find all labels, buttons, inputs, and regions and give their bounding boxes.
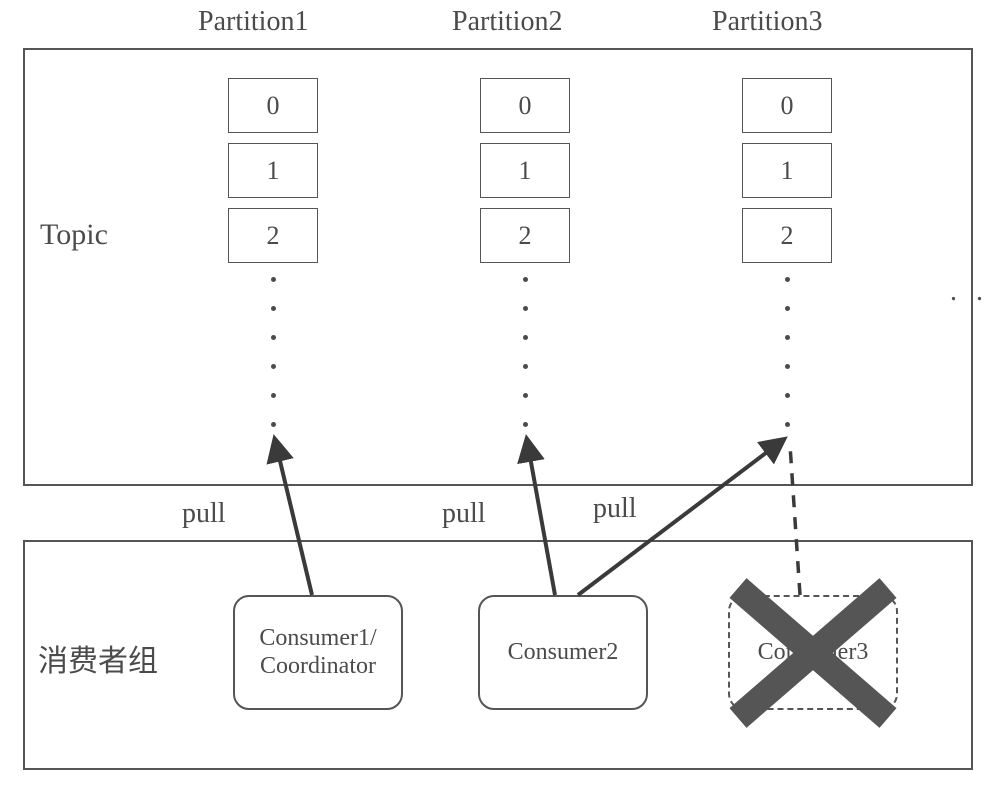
consumer1-box: Consumer1/ Coordinator bbox=[233, 595, 403, 710]
consumer2-label: Consumer2 bbox=[508, 639, 619, 667]
p1-cell-0: 0 bbox=[228, 78, 318, 133]
partition2-label: Partition2 bbox=[452, 6, 562, 38]
p1-cell-1: 1 bbox=[228, 143, 318, 198]
p3-cell-0: 0 bbox=[742, 78, 832, 133]
p3-cell-2: 2 bbox=[742, 208, 832, 263]
consumer3-label: Consumer3 bbox=[758, 639, 869, 667]
partition1-col: 0 1 2 bbox=[228, 78, 318, 427]
p3-cell-1: 1 bbox=[742, 143, 832, 198]
topic-label: Topic bbox=[40, 218, 108, 252]
pull-label-2: pull bbox=[442, 498, 486, 530]
diagram-root: Partition1 Partition2 Partition3 . . . T… bbox=[0, 0, 1000, 801]
p3-vdots bbox=[742, 277, 832, 427]
p2-cell-0: 0 bbox=[480, 78, 570, 133]
partition2-col: 0 1 2 bbox=[480, 78, 570, 427]
partition1-label: Partition1 bbox=[198, 6, 308, 38]
consumer3-box: Consumer3 bbox=[728, 595, 898, 710]
p2-cell-1: 1 bbox=[480, 143, 570, 198]
topic-more-ellipsis: . . . bbox=[950, 276, 1000, 308]
consumer2-box: Consumer2 bbox=[478, 595, 648, 710]
pull-label-1: pull bbox=[182, 498, 226, 530]
p2-vdots bbox=[480, 277, 570, 427]
p1-vdots bbox=[228, 277, 318, 427]
consumer-group-label: 消费者组 bbox=[38, 636, 158, 680]
pull-label-3: pull bbox=[593, 493, 637, 525]
partition3-col: 0 1 2 bbox=[742, 78, 832, 427]
partition3-label: Partition3 bbox=[712, 6, 822, 38]
p2-cell-2: 2 bbox=[480, 208, 570, 263]
p1-cell-2: 2 bbox=[228, 208, 318, 263]
consumer1-label: Consumer1/ Coordinator bbox=[259, 625, 376, 680]
